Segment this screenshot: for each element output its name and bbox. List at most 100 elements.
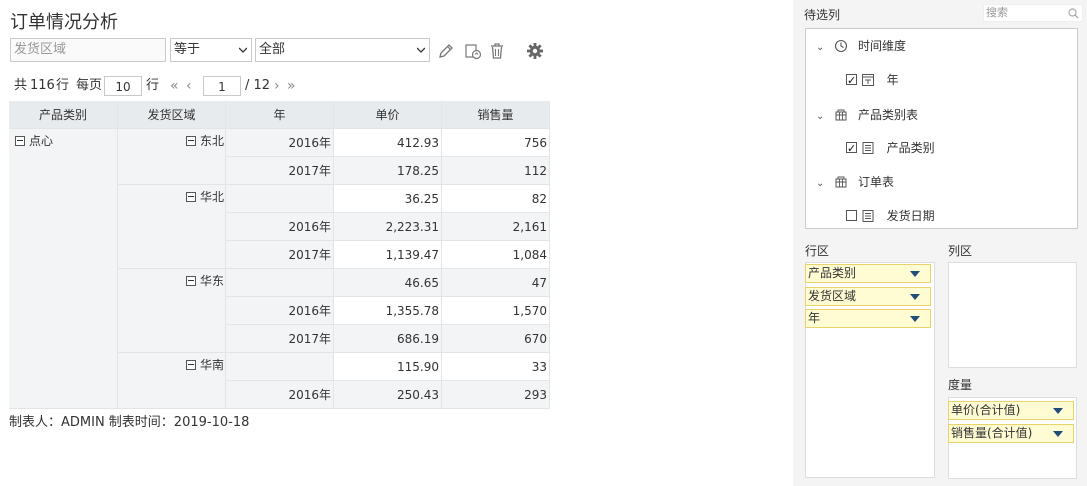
qty-cell: 2,161 bbox=[442, 213, 550, 241]
chip-label: 年 bbox=[808, 311, 821, 325]
region-label: 华北 bbox=[200, 190, 225, 204]
settings-gear-icon[interactable] bbox=[526, 42, 544, 60]
qty-cell: 670 bbox=[442, 325, 550, 353]
row-dim-category: 点心 bbox=[9, 129, 118, 409]
measure-zone-label: 度量 bbox=[948, 378, 973, 392]
chip-label: 单价(合计值) bbox=[951, 403, 1021, 417]
collapse-icon[interactable] bbox=[15, 136, 25, 146]
row-field-chip[interactable]: 年 bbox=[805, 309, 931, 328]
price-cell: 1,139.47 bbox=[334, 241, 442, 269]
region-label: 华东 bbox=[200, 274, 225, 288]
column-header[interactable]: 销售量 bbox=[442, 101, 550, 129]
collapse-icon[interactable] bbox=[186, 136, 196, 146]
collapse-icon[interactable] bbox=[186, 276, 196, 286]
collapse-icon[interactable] bbox=[186, 360, 196, 370]
col-zone[interactable] bbox=[948, 262, 1077, 368]
price-cell: 2,223.31 bbox=[334, 213, 442, 241]
field-search-input[interactable]: 搜索 bbox=[983, 4, 1083, 22]
dropdown-arrow-icon[interactable] bbox=[910, 294, 920, 300]
last-page-button[interactable]: » bbox=[287, 76, 296, 96]
category-label: 点心 bbox=[29, 134, 54, 148]
dropdown-arrow-icon[interactable] bbox=[1053, 431, 1063, 437]
qty-cell: 756 bbox=[442, 129, 550, 157]
checkbox-checked[interactable] bbox=[846, 139, 857, 159]
dropdown-arrow-icon[interactable] bbox=[910, 271, 920, 277]
year-cell bbox=[226, 353, 334, 381]
tree-group-orders[interactable]: ⌄ 订单表 bbox=[816, 172, 894, 192]
measure-chip[interactable]: 单价(合计值) bbox=[948, 401, 1074, 420]
tree-group-product[interactable]: ⌄ 产品类别表 bbox=[816, 105, 918, 125]
qty-cell: 47 bbox=[442, 269, 550, 297]
price-cell: 178.25 bbox=[334, 157, 442, 185]
qty-cell: 1,084 bbox=[442, 241, 550, 269]
tree-group-time[interactable]: ⌄ 时间维度 bbox=[816, 36, 906, 56]
tree-field-category[interactable]: 产品类别 bbox=[846, 138, 935, 159]
pencil-icon[interactable] bbox=[437, 42, 455, 60]
filter-value: 全部 bbox=[259, 42, 286, 57]
measure-chip[interactable]: 销售量(合计值) bbox=[948, 424, 1074, 443]
tree-group-label: 订单表 bbox=[858, 175, 895, 189]
next-page-button[interactable]: › bbox=[274, 76, 280, 96]
price-cell: 412.93 bbox=[334, 129, 442, 157]
database-table-icon bbox=[835, 176, 847, 188]
tree-field-ship-date[interactable]: 发货日期 bbox=[846, 206, 935, 226]
filter-field-input[interactable]: 发货区域 bbox=[10, 38, 166, 62]
chip-label: 产品类别 bbox=[808, 266, 857, 280]
year-cell: 2017年 bbox=[226, 241, 334, 269]
column-header[interactable]: 年 bbox=[226, 101, 334, 129]
dropdown-arrow-icon[interactable] bbox=[1053, 408, 1063, 414]
year-cell: 2016年 bbox=[226, 129, 334, 157]
row-dim-region: 华北 bbox=[118, 185, 226, 269]
column-header[interactable]: 发货区域 bbox=[118, 101, 226, 129]
row-field-chip[interactable]: 产品类别 bbox=[805, 264, 931, 283]
report-footer: 制表人：ADMIN 制表时间：2019-10-18 bbox=[9, 415, 250, 430]
field-tree: ⌄ 时间维度 年 ⌄ 产品类别表 产品类别 ⌄ bbox=[805, 28, 1078, 229]
column-header[interactable]: 产品类别 bbox=[9, 101, 118, 129]
price-cell: 46.65 bbox=[334, 269, 442, 297]
year-cell: 2017年 bbox=[226, 157, 334, 185]
row-field-chip[interactable]: 发货区域 bbox=[805, 287, 931, 306]
region-label: 华南 bbox=[200, 358, 225, 372]
tree-field-label: 发货日期 bbox=[886, 209, 935, 223]
current-page-input[interactable]: 1 bbox=[203, 76, 241, 96]
search-icon bbox=[1068, 8, 1079, 19]
collapse-icon[interactable] bbox=[186, 192, 196, 202]
row-zone-label: 行区 bbox=[805, 244, 830, 258]
panel-title: 待选列 bbox=[804, 8, 841, 22]
qty-cell: 293 bbox=[442, 381, 550, 409]
tree-field-label: 产品类别 bbox=[886, 141, 935, 155]
checkbox-unchecked[interactable] bbox=[846, 210, 857, 221]
search-placeholder: 搜索 bbox=[986, 6, 1008, 19]
pager-per-page-label: 每页 bbox=[76, 78, 103, 93]
prev-page-button[interactable]: ‹ bbox=[186, 76, 192, 96]
trash-icon[interactable] bbox=[488, 42, 506, 60]
qty-cell: 82 bbox=[442, 185, 550, 213]
chevron-down-icon[interactable]: ⌄ bbox=[816, 42, 824, 53]
qty-cell: 33 bbox=[442, 353, 550, 381]
tree-field-label: 年 bbox=[886, 73, 899, 87]
chevron-down-icon[interactable]: ⌄ bbox=[816, 178, 824, 189]
filter-operator-select[interactable]: 等于 bbox=[170, 38, 252, 62]
year-cell: 2016年 bbox=[226, 381, 334, 409]
row-dim-region: 华东 bbox=[118, 269, 226, 353]
page-title: 订单情况分析 bbox=[10, 12, 118, 33]
price-cell: 686.19 bbox=[334, 325, 442, 353]
year-cell: 2017年 bbox=[226, 325, 334, 353]
tree-group-label: 产品类别表 bbox=[858, 108, 919, 122]
row-dim-region: 东北 bbox=[118, 129, 226, 185]
filter-value-select[interactable]: 全部 bbox=[255, 38, 430, 62]
chip-label: 发货区域 bbox=[808, 289, 857, 303]
date-field-icon bbox=[861, 74, 874, 86]
chevron-down-icon bbox=[239, 47, 247, 53]
dropdown-arrow-icon[interactable] bbox=[910, 316, 920, 322]
chevron-down-icon[interactable]: ⌄ bbox=[816, 111, 824, 122]
pager-total-pages: / 12 bbox=[245, 78, 271, 93]
per-page-input[interactable]: 10 bbox=[104, 76, 142, 96]
tree-field-year[interactable]: 年 bbox=[846, 70, 899, 91]
first-page-button[interactable]: « bbox=[170, 76, 179, 96]
tree-group-label: 时间维度 bbox=[858, 39, 907, 53]
clock-dimension-icon bbox=[835, 39, 848, 53]
column-header[interactable]: 单价 bbox=[334, 101, 442, 129]
refresh-filter-icon[interactable] bbox=[464, 42, 482, 60]
checkbox-checked[interactable] bbox=[846, 71, 857, 91]
